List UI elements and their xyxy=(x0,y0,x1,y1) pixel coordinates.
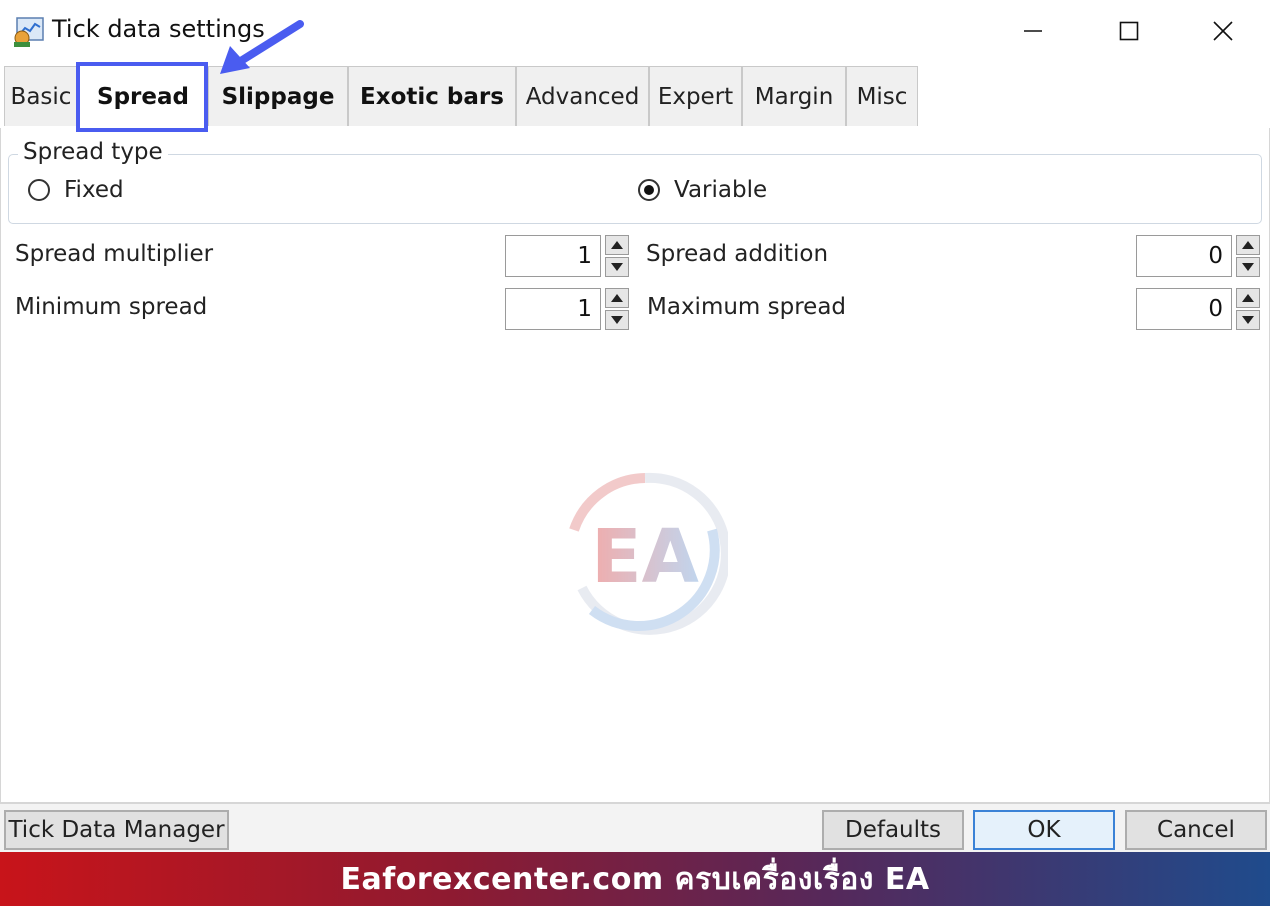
spread-multiplier-input[interactable]: 1 xyxy=(505,235,601,277)
banner-text: Eaforexcenter.com ครบเครื่องเรื่อง EA xyxy=(340,861,930,897)
tab-margin[interactable]: Margin xyxy=(742,66,846,126)
spread-multiplier-label: Spread multiplier xyxy=(15,241,214,267)
pointer-arrow-icon xyxy=(214,14,310,84)
spread-addition-label: Spread addition xyxy=(646,241,829,267)
radio-unchecked-icon xyxy=(28,179,50,201)
radio-fixed-label: Fixed xyxy=(64,177,124,203)
tab-basic[interactable]: Basic xyxy=(4,66,78,126)
title-bar: Tick data settings xyxy=(0,0,1270,64)
tab-misc[interactable]: Misc xyxy=(846,66,918,126)
watermark-text: EA xyxy=(591,514,699,600)
maximum-spread-spinner: 0 xyxy=(1136,288,1260,330)
tab-strip: Basic Spread Slippage Exotic bars Advanc… xyxy=(0,64,1270,130)
close-icon xyxy=(1213,21,1233,41)
spin-down-button[interactable] xyxy=(1236,310,1260,330)
maximize-button[interactable] xyxy=(1104,10,1154,52)
maximum-spread-input[interactable]: 0 xyxy=(1136,288,1232,330)
tab-spread[interactable]: Spread xyxy=(78,64,208,128)
maximize-icon xyxy=(1119,21,1139,41)
spin-down-button[interactable] xyxy=(1236,257,1260,277)
minimize-button[interactable] xyxy=(1008,10,1058,52)
spread-addition-input[interactable]: 0 xyxy=(1136,235,1232,277)
up-arrow-icon xyxy=(611,294,623,302)
tab-expert[interactable]: Expert xyxy=(649,66,742,126)
tick-data-manager-button[interactable]: Tick Data Manager xyxy=(4,810,229,850)
radio-variable-label: Variable xyxy=(674,177,768,203)
spread-type-groupbox xyxy=(8,154,1262,224)
spread-multiplier-spinner: 1 xyxy=(505,235,629,277)
down-arrow-icon xyxy=(611,263,623,271)
spread-addition-spinner: 0 xyxy=(1136,235,1260,277)
spread-type-legend: Spread type xyxy=(18,139,168,165)
radio-checked-icon xyxy=(638,179,660,201)
tick-data-app-icon xyxy=(11,16,45,48)
down-arrow-icon xyxy=(1242,263,1254,271)
up-arrow-icon xyxy=(1242,241,1254,249)
spin-up-button[interactable] xyxy=(605,235,629,255)
spin-up-button[interactable] xyxy=(1236,288,1260,308)
spin-down-button[interactable] xyxy=(605,257,629,277)
spin-down-button[interactable] xyxy=(605,310,629,330)
tab-exotic-bars[interactable]: Exotic bars xyxy=(348,66,516,126)
radio-variable[interactable]: Variable xyxy=(638,177,767,203)
radio-fixed[interactable]: Fixed xyxy=(28,177,124,203)
ok-button[interactable]: OK xyxy=(973,810,1115,850)
minimum-spread-input[interactable]: 1 xyxy=(505,288,601,330)
defaults-button[interactable]: Defaults xyxy=(822,810,964,850)
minimize-icon xyxy=(1024,30,1042,32)
tab-advanced[interactable]: Advanced xyxy=(516,66,649,126)
down-arrow-icon xyxy=(611,316,623,324)
spin-up-button[interactable] xyxy=(1236,235,1260,255)
cancel-button[interactable]: Cancel xyxy=(1125,810,1267,850)
spin-up-button[interactable] xyxy=(605,288,629,308)
spread-settings-panel xyxy=(0,128,1270,802)
down-arrow-icon xyxy=(1242,316,1254,324)
maximum-spread-label: Maximum spread xyxy=(647,294,847,320)
minimum-spread-label: Minimum spread xyxy=(15,294,208,320)
close-button[interactable] xyxy=(1198,10,1248,52)
up-arrow-icon xyxy=(611,241,623,249)
promo-banner: Eaforexcenter.com ครบเครื่องเรื่อง EA xyxy=(0,852,1270,906)
minimum-spread-spinner: 1 xyxy=(505,288,629,330)
up-arrow-icon xyxy=(1242,294,1254,302)
ea-watermark-logo: EA xyxy=(562,470,731,644)
